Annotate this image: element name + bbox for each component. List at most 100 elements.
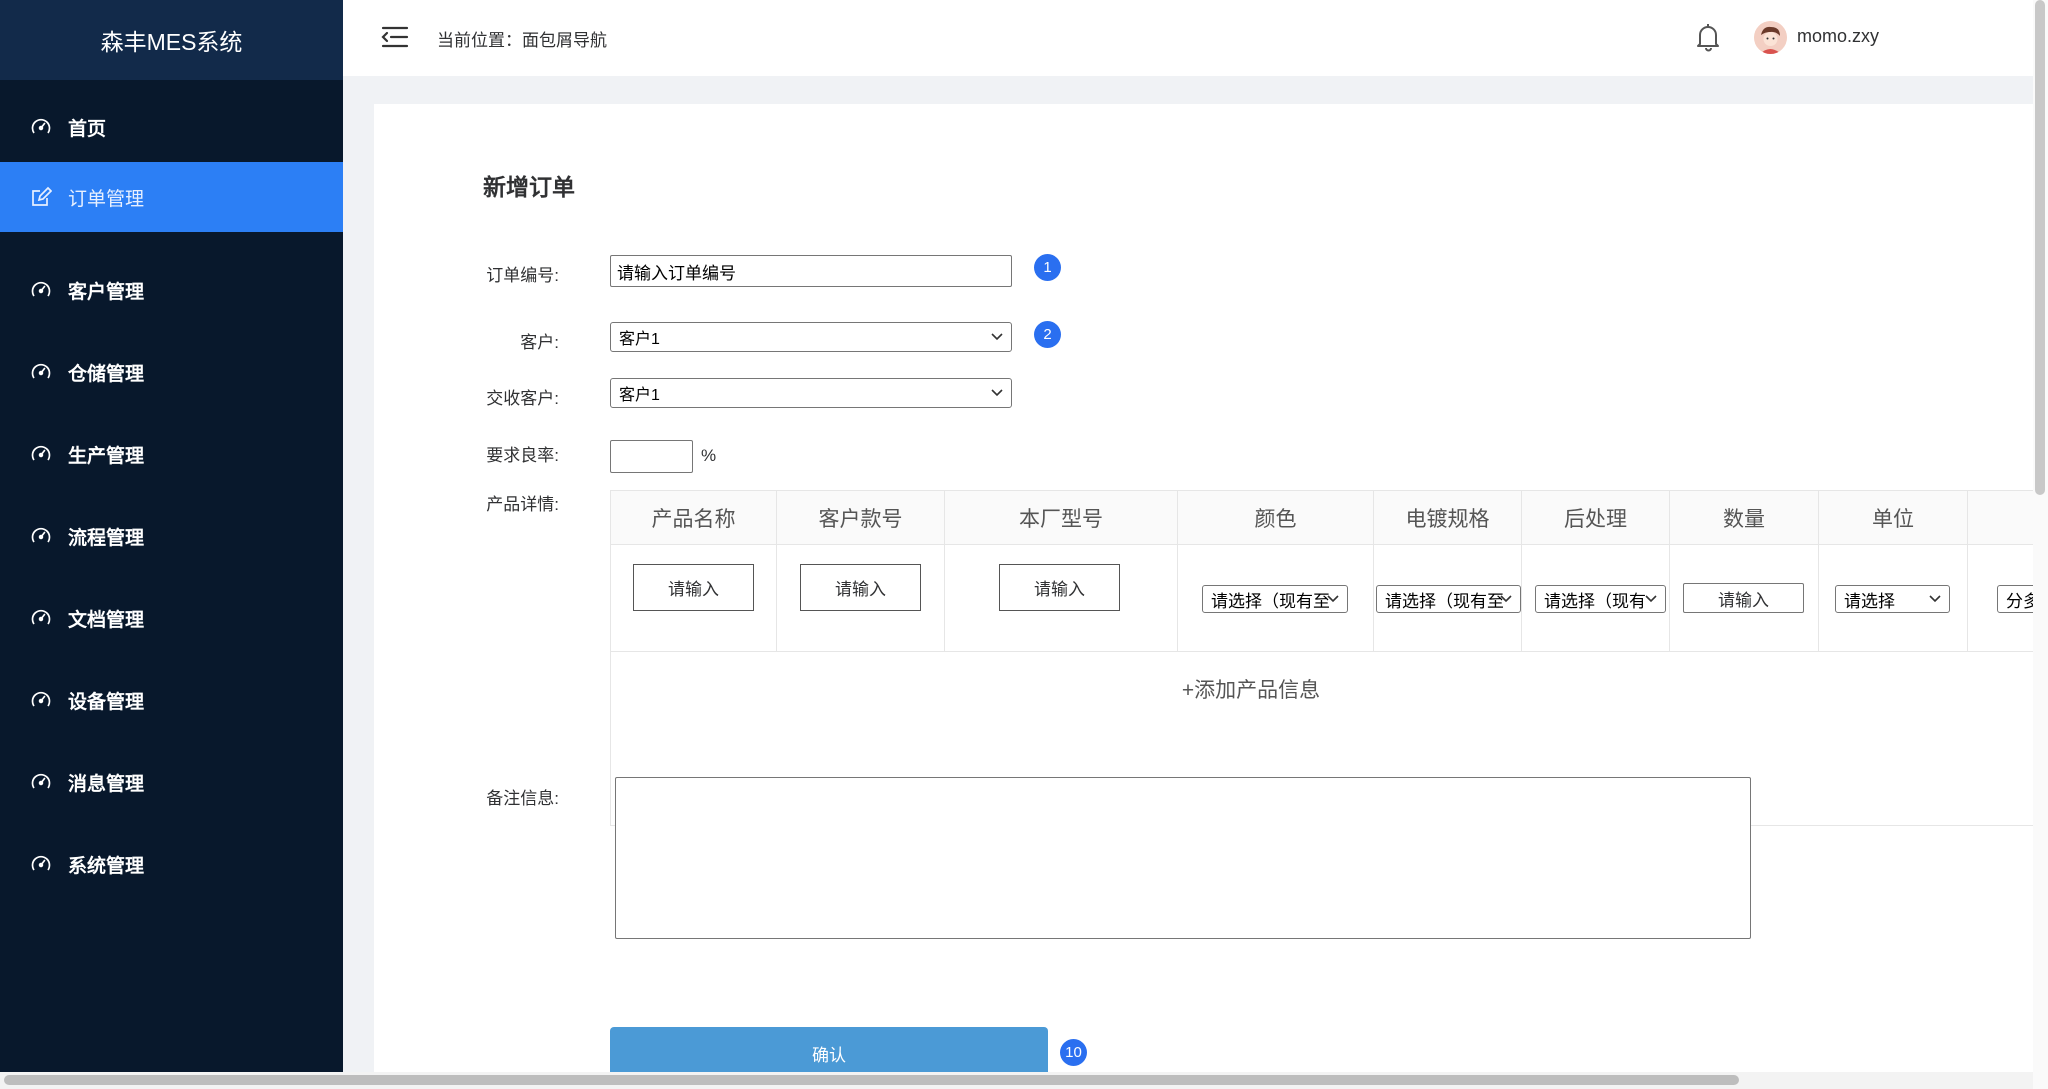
plating-spec-select[interactable]: 请选择（现有至	[1376, 585, 1521, 613]
product-table: 产品名称 客户款号 本厂型号 颜色 电镀规格 后处理 数量 单位 请输入 请输入…	[610, 490, 2033, 826]
order-no-label: 订单编号:	[486, 266, 559, 285]
customer-label: 客户:	[520, 333, 559, 352]
unit-select-value: 请选择	[1844, 591, 1895, 611]
extra-select[interactable]: 分多	[1997, 585, 2033, 613]
chevron-down-icon	[991, 389, 1003, 397]
table-header-cell: 单位	[1819, 491, 1968, 545]
table-cell: 请选择（现有	[1522, 545, 1670, 652]
top-header: 当前位置：面包屑导航 momo.zxy	[343, 0, 2033, 76]
breadcrumb: 当前位置：面包屑导航	[437, 31, 607, 50]
product-details-label: 产品详情:	[486, 495, 559, 514]
sidebar-item-label: 流程管理	[68, 527, 145, 549]
sidebar-item-label: 消息管理	[68, 773, 145, 795]
chevron-down-icon	[1500, 595, 1512, 603]
product-name-input[interactable]: 请输入	[633, 564, 754, 611]
factory-model-input[interactable]: 请输入	[999, 564, 1120, 611]
delivery-customer-select-value: 客户1	[619, 387, 660, 404]
yield-label: 要求良率:	[486, 446, 559, 465]
sidebar-item[interactable]: 首页	[0, 92, 343, 162]
color-select-value: 请选择（现有至	[1211, 591, 1329, 611]
sidebar-item[interactable]: 仓储管理	[0, 337, 343, 407]
table-cell: 请选择（现有至	[1374, 545, 1522, 652]
yield-input[interactable]	[610, 440, 693, 473]
horizontal-scrollbar-thumb[interactable]	[4, 1075, 1739, 1085]
sidebar-item[interactable]: 系统管理	[0, 829, 343, 899]
delivery-customer-label: 交收客户:	[486, 389, 559, 408]
dashboard-icon	[30, 607, 52, 629]
dashboard-icon	[30, 525, 52, 547]
quantity-input[interactable]: 请输入	[1683, 583, 1804, 613]
dashboard-icon	[30, 443, 52, 465]
customer-style-input[interactable]: 请输入	[800, 564, 921, 611]
sidebar-item-label: 系统管理	[68, 855, 145, 877]
dashboard-icon	[30, 116, 52, 138]
sidebar-item-label: 生产管理	[68, 445, 145, 467]
post-process-select-value: 请选择（现有	[1544, 591, 1646, 611]
customer-select[interactable]: 客户1	[610, 322, 1012, 352]
extra-select-value: 分多	[2006, 591, 2033, 611]
table-header-cell-overflow	[1968, 491, 2033, 545]
table-cell: 请选择	[1819, 545, 1968, 652]
remark-label: 备注信息:	[486, 789, 559, 808]
dashboard-icon	[30, 853, 52, 875]
sidebar-item-label: 仓储管理	[68, 363, 145, 385]
table-header-cell: 数量	[1670, 491, 1819, 545]
sidebar-item-label: 设备管理	[68, 691, 145, 713]
table-header-cell: 客户款号	[777, 491, 945, 545]
table-header-cell: 本厂型号	[945, 491, 1178, 545]
table-cell: 请选择（现有至	[1178, 545, 1374, 652]
unit-select[interactable]: 请选择	[1835, 585, 1950, 613]
menu-collapse-icon[interactable]	[381, 25, 409, 49]
dashboard-icon	[30, 771, 52, 793]
sidebar-item[interactable]: 设备管理	[0, 665, 343, 735]
sidebar-item-label: 客户管理	[68, 281, 145, 303]
username[interactable]: momo.zxy	[1797, 26, 1879, 47]
sidebar-item-label: 订单管理	[68, 188, 145, 210]
post-process-select[interactable]: 请选择（现有	[1535, 585, 1666, 613]
table-cell: 分多	[1968, 545, 2033, 652]
table-cell: 请输入	[611, 545, 777, 652]
dashboard-icon	[30, 361, 52, 383]
sidebar: 森丰MES系统 首页订单管理客户管理仓储管理生产管理流程管理文档管理设备管理消息…	[0, 0, 343, 1072]
sidebar-item-label: 文档管理	[68, 609, 145, 631]
avatar[interactable]	[1754, 21, 1787, 54]
sidebar-item[interactable]: 客户管理	[0, 255, 343, 325]
table-cell: 请输入	[945, 545, 1178, 652]
table-header-cell: 电镀规格	[1374, 491, 1522, 545]
remark-textarea[interactable]	[615, 777, 1751, 939]
chevron-down-icon	[1645, 595, 1657, 603]
table-cell: 请输入	[777, 545, 945, 652]
table-cell: 请输入	[1670, 545, 1819, 652]
table-header-cell: 颜色	[1178, 491, 1374, 545]
sidebar-item[interactable]: 生产管理	[0, 419, 343, 489]
vertical-scrollbar-thumb[interactable]	[2035, 0, 2045, 495]
sidebar-item-label: 首页	[68, 118, 107, 140]
step-badge-2: 2	[1034, 321, 1061, 348]
plating-spec-select-value: 请选择（现有至	[1385, 591, 1503, 611]
sidebar-item[interactable]: 文档管理	[0, 583, 343, 653]
page-title: 新增订单	[483, 174, 575, 200]
sidebar-item[interactable]: 消息管理	[0, 747, 343, 817]
sidebar-item[interactable]: 流程管理	[0, 501, 343, 571]
dashboard-icon	[30, 689, 52, 711]
customer-select-value: 客户1	[619, 331, 660, 348]
confirm-button[interactable]: 确认	[610, 1027, 1048, 1072]
order-no-input[interactable]: 请输入订单编号	[610, 255, 1012, 287]
yield-unit: %	[701, 446, 717, 465]
dashboard-icon	[30, 279, 52, 301]
sidebar-item[interactable]: 订单管理	[0, 162, 343, 232]
form-card: 新增订单 订单编号: 请输入订单编号 1 客户: 客户1 2 交收客户: 客户1…	[374, 104, 2033, 1072]
edit-icon	[30, 186, 52, 208]
bell-icon[interactable]	[1695, 22, 1721, 52]
app-title: 森丰MES系统	[0, 0, 343, 80]
delivery-customer-select[interactable]: 客户1	[610, 378, 1012, 408]
chevron-down-icon	[1327, 595, 1339, 603]
table-header-cell: 后处理	[1522, 491, 1670, 545]
add-product-row-button[interactable]: +添加产品信息	[611, 652, 2033, 725]
step-badge-1: 1	[1034, 254, 1061, 281]
color-select[interactable]: 请选择（现有至	[1202, 585, 1348, 613]
table-header-cell: 产品名称	[611, 491, 777, 545]
chevron-down-icon	[1929, 595, 1941, 603]
step-badge-10: 10	[1060, 1039, 1087, 1066]
chevron-down-icon	[991, 333, 1003, 341]
